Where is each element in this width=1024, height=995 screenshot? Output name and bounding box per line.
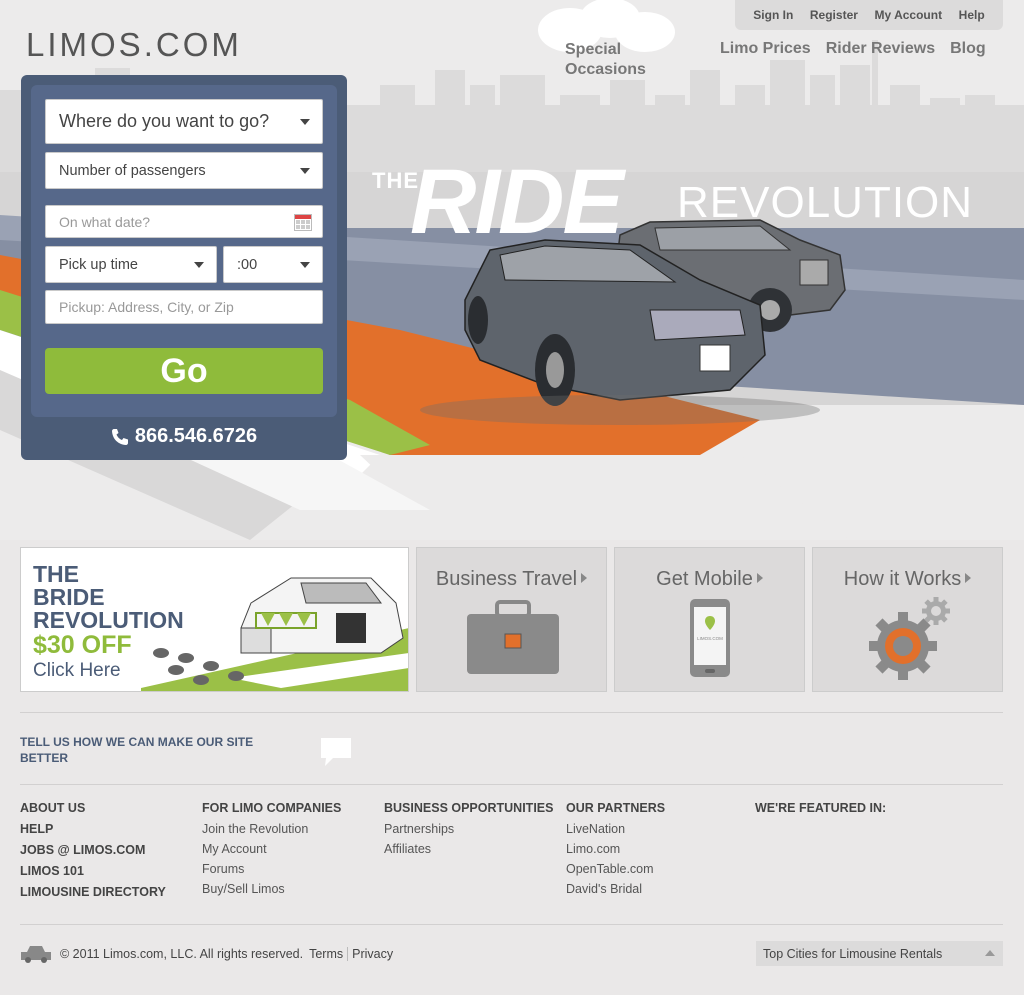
get-mobile-tile[interactable]: Get Mobile LIMOS.COM [614, 547, 805, 692]
how-it-works-tile[interactable]: How it Works [812, 547, 1003, 692]
gear-icon [869, 597, 950, 680]
divider [20, 784, 1003, 785]
divider [20, 924, 1003, 925]
destination-select[interactable]: Where do you want to go? [45, 99, 323, 144]
footer-link[interactable]: Buy/Sell Limos [202, 882, 341, 896]
footer-link-limousine-directory[interactable]: LIMOUSINE DIRECTORY [20, 885, 166, 899]
chevron-down-icon [194, 261, 204, 268]
pickup-time-select[interactable]: Pick up time [45, 246, 217, 283]
footer-heading: FOR LIMO COMPANIES [202, 801, 342, 815]
minutes-label: :00 [237, 256, 258, 273]
business-travel-title: Business Travel [417, 568, 606, 591]
pickup-time-label: Pick up time [59, 256, 138, 273]
top-cities-dropdown[interactable]: Top Cities for Limousine Rentals [756, 941, 1003, 966]
minutes-select[interactable]: :00 [223, 246, 323, 283]
passengers-select[interactable]: Number of passengers [45, 152, 323, 189]
bride-promo-tile[interactable]: THE BRIDE REVOLUTION $30 OFF Click Here [20, 547, 409, 692]
sign-in-link[interactable]: Sign In [753, 8, 793, 22]
nav-blog[interactable]: Blog [950, 40, 986, 58]
date-field[interactable]: On what date? [45, 205, 323, 238]
address-placeholder: Pickup: Address, City, or Zip [59, 299, 234, 315]
bride-cta[interactable]: Click Here [33, 660, 121, 682]
my-account-link[interactable]: My Account [875, 8, 943, 22]
chevron-right-icon [965, 573, 972, 583]
destination-select-label: Where do you want to go? [59, 111, 270, 131]
phone-number-text: 866.546.6726 [134, 425, 258, 447]
how-it-works-title: How it Works [813, 568, 1002, 591]
register-link[interactable]: Register [810, 8, 858, 22]
footer-link-limos-101[interactable]: LIMOS 101 [20, 864, 166, 878]
chevron-right-icon [581, 573, 588, 583]
headline-revolution: REVOLUTION [677, 178, 974, 227]
divider [20, 712, 1003, 713]
footer-link[interactable]: OpenTable.com [566, 862, 665, 876]
pickup-address-field[interactable]: Pickup: Address, City, or Zip [45, 290, 323, 324]
footer-link[interactable]: David's Bridal [566, 882, 665, 896]
headline-ride: RIDE [410, 151, 624, 253]
account-bar: Sign In Register My Account Help [735, 0, 1003, 30]
footer-col-partners: OUR PARTNERS LiveNation Limo.com OpenTab… [566, 801, 665, 902]
nav-limo-prices[interactable]: Limo Prices [720, 40, 811, 58]
speech-bubble-icon[interactable] [321, 738, 351, 766]
go-button[interactable]: Go [45, 348, 323, 394]
footer-col-business: BUSINESS OPPORTUNITIES Partnerships Affi… [384, 801, 553, 862]
footer-link-help[interactable]: HELP [20, 822, 166, 836]
chevron-down-icon [300, 261, 310, 268]
footer-col-featured: WE'RE FEATURED IN: [755, 801, 886, 822]
date-placeholder: On what date? [59, 213, 151, 230]
main-nav: Limo Prices Rider Reviews Blog [720, 40, 986, 58]
calendar-icon[interactable] [294, 214, 312, 231]
footer-heading: WE'RE FEATURED IN: [755, 801, 887, 815]
footer-col-about: ABOUT US HELP JOBS @ LIMOS.COM LIMOS 101… [20, 801, 166, 906]
smartphone-icon: LIMOS.COM [690, 599, 730, 677]
bride-offer: $30 OFF [33, 631, 132, 659]
footer-link-about-us[interactable]: ABOUT US [20, 801, 166, 815]
site-logo[interactable]: LIMOS.COM [26, 26, 242, 64]
footer-link[interactable]: Join the Revolution [202, 822, 341, 836]
footer-col-limo-companies: FOR LIMO COMPANIES Join the Revolution M… [202, 801, 341, 902]
footer-link[interactable]: Limo.com [566, 842, 665, 856]
wedding-limo-illustration [141, 577, 408, 691]
footer-link[interactable]: LiveNation [566, 822, 665, 836]
footer-heading: BUSINESS OPPORTUNITIES [384, 801, 554, 815]
terms-link[interactable]: Terms [309, 947, 343, 961]
chevron-up-icon [985, 950, 995, 956]
phone-icon [111, 428, 128, 445]
copyright-text: © 2011 Limos.com, LLC. All rights reserv… [60, 947, 304, 961]
footer-heading: OUR PARTNERS [566, 801, 666, 815]
chevron-right-icon [756, 573, 763, 583]
help-link[interactable]: Help [959, 8, 985, 22]
separator [347, 947, 349, 961]
nav-rider-reviews[interactable]: Rider Reviews [826, 40, 935, 58]
svg-text:LIMOS.COM: LIMOS.COM [697, 636, 723, 641]
footer-link-jobs[interactable]: JOBS @ LIMOS.COM [20, 843, 166, 857]
top-cities-label: Top Cities for Limousine Rentals [763, 946, 943, 961]
nav-special-occasions[interactable]: Special Occasions [565, 40, 655, 80]
get-mobile-title: Get Mobile [615, 568, 804, 591]
footer-link[interactable]: Affiliates [384, 842, 553, 856]
copyright-bar: © 2011 Limos.com, LLC. All rights reserv… [20, 944, 393, 964]
feedback-link[interactable]: TELL US HOW WE CAN MAKE OUR SITE BETTER [20, 734, 280, 766]
privacy-link[interactable]: Privacy [352, 947, 393, 961]
business-travel-tile[interactable]: Business Travel [416, 547, 607, 692]
footer-link[interactable]: My Account [202, 842, 341, 856]
chevron-down-icon [300, 167, 310, 174]
footer-link[interactable]: Forums [202, 862, 341, 876]
passengers-select-label: Number of passengers [59, 162, 206, 179]
briefcase-icon [467, 600, 559, 674]
chevron-down-icon [300, 118, 310, 125]
booking-panel: Where do you want to go? Number of passe… [21, 75, 347, 460]
phone-number[interactable]: 866.546.6726 [21, 425, 347, 448]
footer-link[interactable]: Partnerships [384, 822, 553, 836]
limo-car-icon [21, 946, 51, 963]
